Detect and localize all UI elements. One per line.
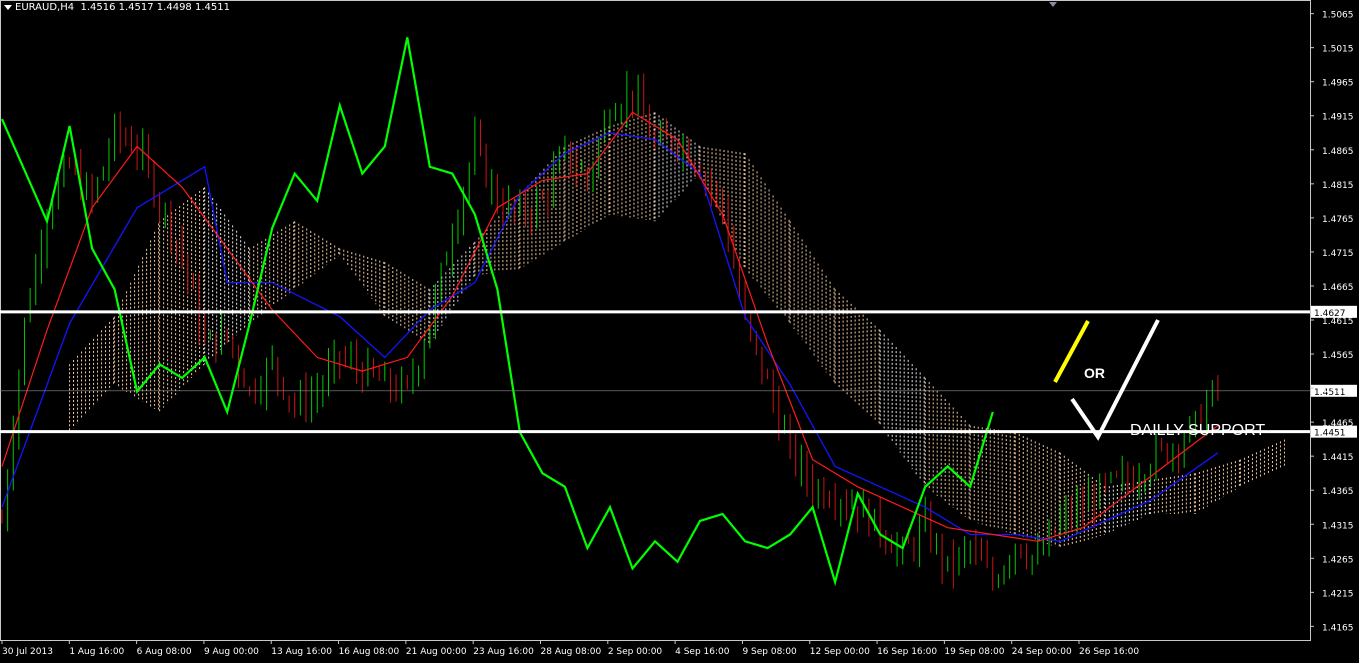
y-tick-label: 1.4965 <box>1322 79 1354 89</box>
x-tick-label: 28 Aug 08:00 <box>541 647 602 657</box>
y-tick-label: 1.4565 <box>1322 351 1354 361</box>
x-tick-label: 19 Sep 08:00 <box>944 647 1004 657</box>
symbol-label: EURAUD,H4 <box>15 2 75 13</box>
x-tick-label: 16 Aug 08:00 <box>339 647 400 657</box>
y-tick-label: 1.4415 <box>1322 453 1354 463</box>
y-tick-label: 1.4215 <box>1322 589 1354 599</box>
y-tick-label: 1.4515 <box>1322 385 1354 395</box>
level-price-label: 1.4451 <box>1314 429 1346 439</box>
y-tick-label: 1.4365 <box>1322 487 1354 497</box>
y-tick-label: 1.4765 <box>1322 215 1354 225</box>
x-tick-label: 26 Sep 16:00 <box>1079 647 1139 657</box>
x-tick-label: 21 Aug 00:00 <box>406 647 467 657</box>
y-tick-label: 1.4615 <box>1322 317 1354 327</box>
y-tick-label: 1.5015 <box>1322 45 1354 55</box>
x-tick-label: 4 Sep 16:00 <box>675 647 730 657</box>
chevron-down-icon[interactable] <box>4 4 12 10</box>
x-tick-label: 23 Aug 16:00 <box>473 647 534 657</box>
price-chart: 1.46271.44511.4511 1.50651.50151.49651.4… <box>0 0 1359 663</box>
y-tick-label: 1.4165 <box>1322 623 1354 633</box>
x-tick-label: 9 Sep 08:00 <box>742 647 797 657</box>
y-tick-label: 1.4665 <box>1322 283 1354 293</box>
y-tick-label: 1.4815 <box>1322 181 1354 191</box>
ohlc-values: 1.4516 1.4517 1.4498 1.4511 <box>80 2 230 13</box>
y-tick-label: 1.4715 <box>1322 249 1354 259</box>
x-tick-label: 12 Sep 00:00 <box>810 647 870 657</box>
y-tick-label: 1.5065 <box>1322 11 1354 21</box>
or-label: OR <box>1084 365 1105 381</box>
x-tick-label: 6 Aug 08:00 <box>137 647 192 657</box>
x-tick-label: 30 Jul 2013 <box>2 647 53 657</box>
x-tick-label: 9 Aug 00:00 <box>204 647 259 657</box>
y-tick-label: 1.4315 <box>1322 521 1354 531</box>
support-label: DAILLY SUPPORT <box>1130 422 1265 439</box>
chart-header: EURAUD,H4 1.4516 1.4517 1.4498 1.4511 <box>4 2 230 13</box>
y-tick-label: 1.4915 <box>1322 113 1354 123</box>
y-tick-label: 1.4865 <box>1322 147 1354 157</box>
chart-background <box>0 0 1359 663</box>
y-tick-label: 1.4465 <box>1322 419 1354 429</box>
x-tick-label: 13 Aug 16:00 <box>271 647 332 657</box>
x-tick-label: 1 Aug 16:00 <box>69 647 124 657</box>
x-tick-label: 24 Sep 00:00 <box>1012 647 1072 657</box>
y-tick-label: 1.4265 <box>1322 555 1354 565</box>
x-tick-label: 2 Sep 00:00 <box>608 647 663 657</box>
x-tick-label: 16 Sep 16:00 <box>877 647 937 657</box>
